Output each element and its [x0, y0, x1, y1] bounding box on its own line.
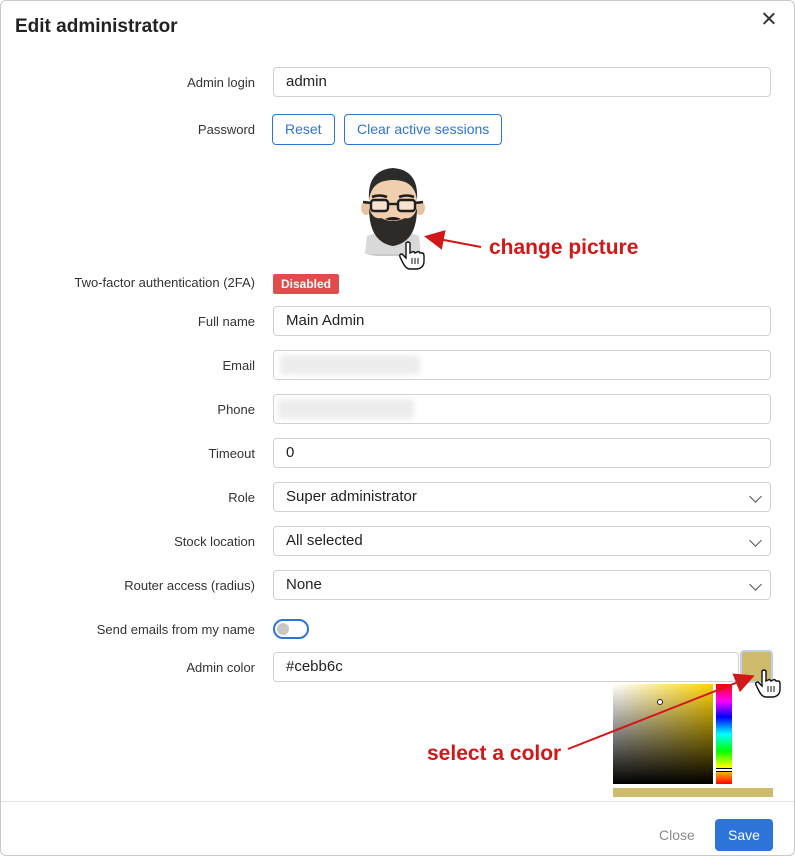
close-button[interactable]: Close — [647, 819, 707, 851]
change-picture-arrow — [424, 230, 482, 250]
change-picture-annotation: change picture — [489, 236, 639, 259]
edit-administrator-dialog: Edit administrator Admin login admin Pas… — [0, 0, 795, 856]
footer-divider — [1, 801, 794, 802]
annotation-arrows — [424, 230, 755, 750]
select-color-annotation: select a color — [427, 742, 562, 765]
select-color-arrow — [567, 673, 755, 750]
save-button[interactable]: Save — [715, 819, 773, 851]
